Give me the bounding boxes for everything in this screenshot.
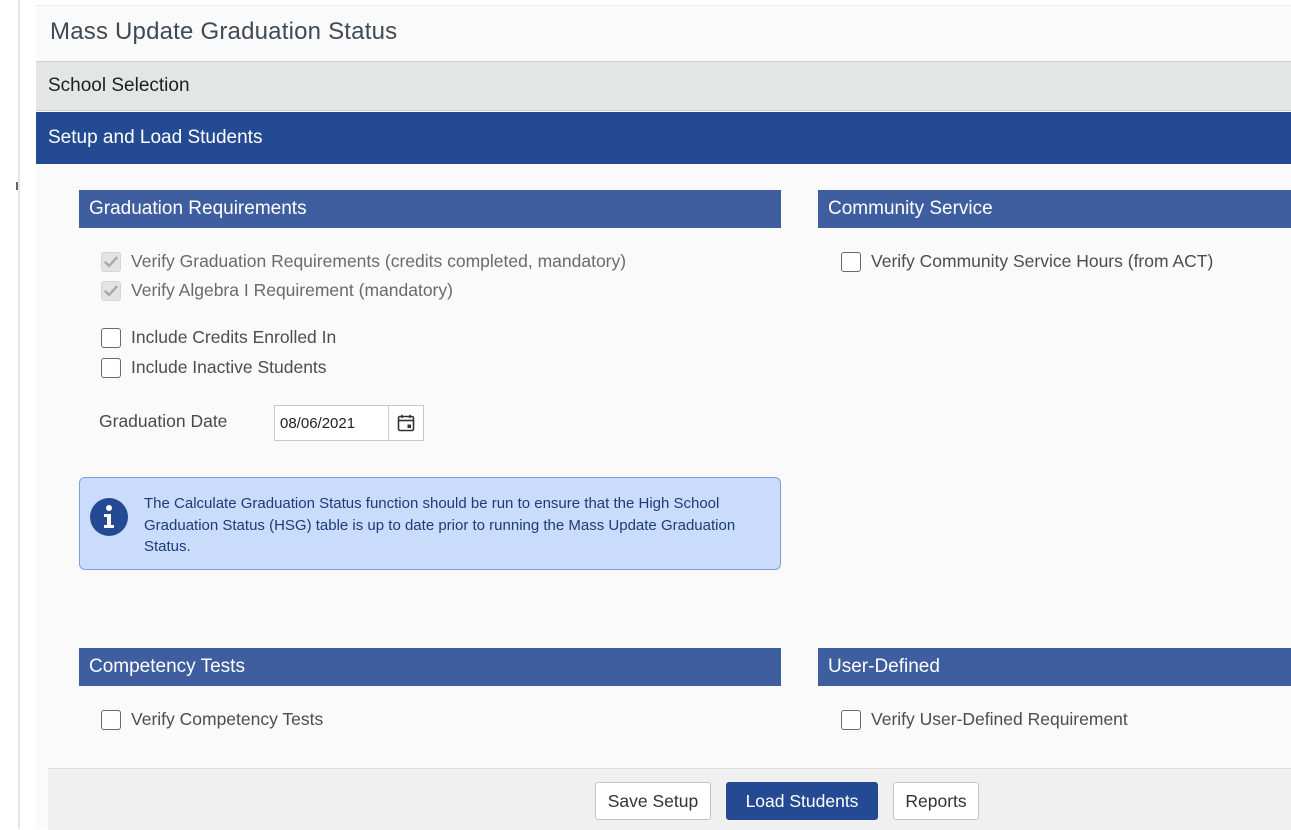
verify-algebra-row: Verify Algebra I Requirement (mandatory) [101,280,453,301]
community-service-title: Community Service [828,198,993,219]
verify-community-service-checkbox[interactable] [841,251,861,272]
verify-graduation-requirements-label: Verify Graduation Requirements (credits … [131,251,627,271]
community-service-header: Community Service [818,190,1291,228]
include-credits-enrolled-checkbox[interactable] [101,327,121,348]
checkmark-icon [104,285,118,296]
left-frame-border [18,0,20,829]
include-inactive-students-checkbox[interactable] [101,357,121,378]
include-credits-enrolled-label[interactable]: Include Credits Enrolled In [131,327,336,348]
checkmark-icon [104,256,118,267]
verify-community-service-label[interactable]: Verify Community Service Hours (from ACT… [871,251,1213,272]
save-setup-button[interactable]: Save Setup [595,782,711,820]
load-students-button[interactable]: Load Students [726,782,878,820]
verify-user-defined-checkbox[interactable] [841,709,861,730]
calendar-button[interactable] [389,406,422,440]
accordion-setup-load-students[interactable]: Setup and Load Students [36,112,1291,164]
verify-user-defined-label[interactable]: Verify User-Defined Requirement [871,709,1128,730]
reports-button[interactable]: Reports [893,782,979,820]
graduation-date-input[interactable] [275,406,389,440]
info-icon [90,498,128,536]
verify-competency-tests-row[interactable]: Verify Competency Tests [101,709,323,730]
competency-tests-title: Competency Tests [89,656,245,677]
include-credits-enrolled-row[interactable]: Include Credits Enrolled In [101,327,336,348]
user-defined-title: User-Defined [828,656,940,677]
graduation-requirements-title: Graduation Requirements [89,198,307,219]
accordion-school-selection-label: School Selection [48,75,190,96]
graduation-requirements-header: Graduation Requirements [79,190,781,228]
verify-competency-tests-checkbox[interactable] [101,709,121,730]
left-frame-marker [16,182,18,190]
graduation-date-label: Graduation Date [99,411,228,431]
accordion-setup-load-students-label: Setup and Load Students [48,127,263,148]
info-message: The Calculate Graduation Status function… [144,495,736,555]
accordion-school-selection[interactable]: School Selection [36,61,1291,111]
user-defined-header: User-Defined [818,648,1291,686]
verify-competency-tests-label[interactable]: Verify Competency Tests [131,709,323,730]
verify-community-service-row[interactable]: Verify Community Service Hours (from ACT… [841,251,1213,272]
verify-graduation-requirements-row: Verify Graduation Requirements (credits … [101,251,626,272]
calendar-icon [397,414,414,432]
main-content: Mass Update Graduation Status School Sel… [36,6,1291,830]
include-inactive-students-row[interactable]: Include Inactive Students [101,357,327,378]
verify-graduation-requirements-checkbox [101,251,121,272]
info-alert: The Calculate Graduation Status function… [79,477,781,570]
include-inactive-students-label[interactable]: Include Inactive Students [131,357,327,378]
verify-algebra-label: Verify Algebra I Requirement (mandatory) [131,280,453,300]
page-title: Mass Update Graduation Status [50,18,398,45]
competency-tests-header: Competency Tests [79,648,781,686]
verify-user-defined-row[interactable]: Verify User-Defined Requirement [841,709,1128,730]
verify-algebra-checkbox [101,280,121,301]
graduation-date-field [274,405,424,441]
